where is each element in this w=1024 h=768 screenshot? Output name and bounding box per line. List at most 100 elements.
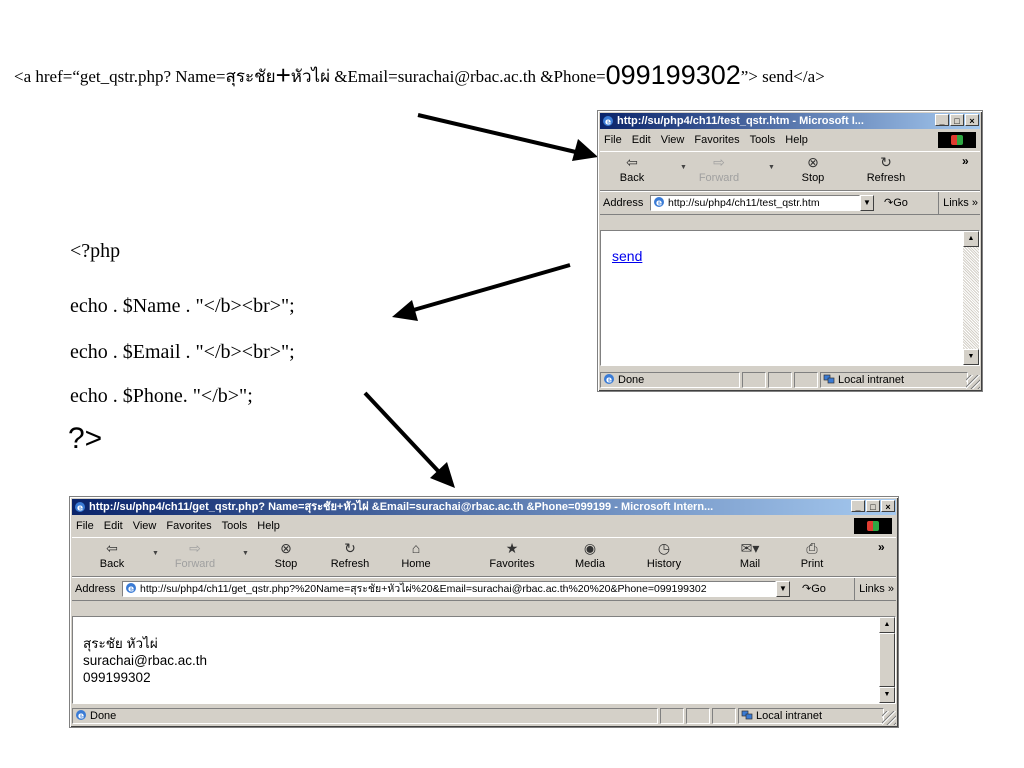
php-close-tag: ?>: [68, 422, 103, 455]
svg-text:e: e: [606, 376, 612, 386]
menu-tools[interactable]: Tools: [222, 520, 248, 532]
status-zone: Local intranet: [820, 372, 968, 388]
send-link[interactable]: send: [612, 248, 642, 265]
forward-button[interactable]: ⇨ Forward: [172, 538, 218, 570]
code-phone: 099199302: [605, 60, 741, 90]
scroll-up-icon[interactable]: ▲: [879, 617, 895, 633]
refresh-button[interactable]: ↻ Refresh: [326, 538, 374, 570]
refresh-button[interactable]: ↻ Refresh: [864, 152, 908, 184]
stop-icon: ⊗: [807, 154, 819, 170]
window-title: http://su/php4/ch11/test_qstr.htm - Micr…: [617, 115, 864, 127]
maximize-button[interactable]: □: [866, 500, 880, 512]
back-dropdown-icon[interactable]: ▼: [152, 550, 159, 557]
menu-view[interactable]: View: [133, 520, 157, 532]
address-dropdown-icon[interactable]: ▼: [860, 195, 874, 211]
title-bar: e http://su/php4/ch11/test_qstr.htm - Mic…: [600, 113, 980, 129]
home-button[interactable]: ⌂ Home: [398, 538, 434, 570]
close-button[interactable]: ×: [965, 114, 979, 126]
html-anchor-code: <a href=“get_qstr.php? Name=สุระชัย+หัวไ…: [14, 60, 825, 91]
go-button[interactable]: ↷Go: [884, 192, 908, 214]
forward-dropdown-icon[interactable]: ▼: [242, 550, 249, 557]
ie-status-icon: e: [604, 374, 614, 386]
home-icon: ⌂: [411, 540, 421, 556]
status-bar: e Done Local intranet: [72, 707, 896, 725]
history-button[interactable]: ◷ History: [642, 538, 686, 570]
page-content: send ▲ ▼: [600, 230, 980, 366]
scroll-down-icon[interactable]: ▼: [879, 687, 895, 703]
stop-button[interactable]: ⊗ Stop: [270, 538, 302, 570]
menu-view[interactable]: View: [661, 134, 685, 146]
menu-file[interactable]: File: [76, 520, 94, 532]
links-button[interactable]: Links »: [854, 578, 894, 600]
go-button[interactable]: ↷Go: [802, 578, 826, 600]
menu-help[interactable]: Help: [785, 134, 808, 146]
address-dropdown-icon[interactable]: ▼: [776, 581, 790, 597]
address-input[interactable]: e http://su/php4/ch11/test_qstr.htm: [650, 195, 860, 211]
mail-icon: ✉▾: [740, 540, 760, 556]
status-pane: [742, 372, 766, 388]
scroll-thumb[interactable]: [879, 633, 895, 687]
code-prefix: <a href=“get_qstr.php? Name=สุระชัย: [14, 67, 276, 86]
forward-dropdown-icon[interactable]: ▼: [768, 164, 775, 171]
address-input[interactable]: e http://su/php4/ch11/get_qstr.php?%20Nam…: [122, 581, 776, 597]
ie-status-icon: e: [76, 710, 86, 722]
back-dropdown-icon[interactable]: ▼: [680, 164, 687, 171]
favorites-icon: ★: [505, 540, 519, 556]
menu-favorites[interactable]: Favorites: [694, 134, 739, 146]
toolbar-overflow-icon[interactable]: »: [962, 154, 969, 168]
stop-icon: ⊗: [280, 540, 292, 556]
scroll-up-icon[interactable]: ▲: [963, 231, 979, 247]
refresh-icon: ↻: [880, 154, 892, 170]
output-name: สุระชัย หัวไผ่: [83, 636, 158, 651]
ie-icon: e: [603, 116, 613, 128]
page-content: สุระชัย หัวไผ่ surachai@rbac.ac.th 09919…: [72, 616, 896, 704]
resize-grip[interactable]: [882, 711, 896, 725]
menu-bar: File Edit View Favorites Tools Help: [600, 131, 980, 149]
address-bar: Address e http://su/php4/ch11/get_qstr.ph…: [72, 577, 896, 601]
favorites-button[interactable]: ★ Favorites: [484, 538, 540, 570]
php-echo-phone: echo . $Phone. "</b>";: [70, 385, 253, 407]
print-button[interactable]: ⎙ Print: [796, 538, 828, 570]
svg-text:e: e: [78, 712, 84, 722]
status-pane: [768, 372, 792, 388]
status-bar: e Done Local intranet: [600, 371, 980, 389]
links-button[interactable]: Links »: [938, 192, 978, 214]
maximize-button[interactable]: □: [950, 114, 964, 126]
toolbar: ⇦ Back ▼ ⇨ Forward ▼ ⊗ Stop ↻ Refresh »: [600, 151, 980, 191]
code-mid: หัวไผ่ &Email=surachai@rbac.ac.th &Phone…: [290, 67, 606, 86]
go-arrow-icon: ↷: [884, 197, 894, 209]
forward-button[interactable]: ⇨ Forward: [696, 152, 742, 184]
output-phone: 099199302: [83, 670, 151, 685]
status-pane: [794, 372, 818, 388]
resize-grip[interactable]: [966, 375, 980, 389]
svg-text:e: e: [605, 118, 611, 128]
toolbar-overflow-icon[interactable]: »: [878, 540, 885, 554]
minimize-button[interactable]: _: [935, 114, 949, 126]
page-icon: e: [126, 583, 136, 594]
media-icon: ◉: [583, 540, 597, 556]
menu-edit[interactable]: Edit: [632, 134, 651, 146]
status-pane: [660, 708, 684, 724]
scroll-down-icon[interactable]: ▼: [963, 349, 979, 365]
window-title: http://su/php4/ch11/get_qstr.php? Name=ส…: [89, 501, 714, 513]
stop-button[interactable]: ⊗ Stop: [798, 152, 828, 184]
menu-file[interactable]: File: [604, 134, 622, 146]
svg-text:e: e: [656, 199, 662, 209]
vertical-scrollbar[interactable]: ▲ ▼: [879, 617, 895, 703]
back-arrow-icon: ⇦: [626, 154, 638, 170]
menu-help[interactable]: Help: [257, 520, 280, 532]
close-button[interactable]: ×: [881, 500, 895, 512]
menu-favorites[interactable]: Favorites: [166, 520, 211, 532]
code-suffix: ”> send</a>: [740, 67, 825, 86]
media-button[interactable]: ◉ Media: [570, 538, 610, 570]
vertical-scrollbar[interactable]: ▲ ▼: [963, 231, 979, 365]
menu-tools[interactable]: Tools: [750, 134, 776, 146]
minimize-button[interactable]: _: [851, 500, 865, 512]
menu-edit[interactable]: Edit: [104, 520, 123, 532]
back-button[interactable]: ⇦ Back: [94, 538, 130, 570]
mail-button[interactable]: ✉▾ Mail: [734, 538, 766, 570]
code-plus: +: [275, 60, 291, 90]
browser-window-test-qstr: e http://su/php4/ch11/test_qstr.htm - Mic…: [597, 110, 983, 392]
windows-logo-icon: [938, 132, 976, 148]
back-button[interactable]: ⇦ Back: [614, 152, 650, 184]
